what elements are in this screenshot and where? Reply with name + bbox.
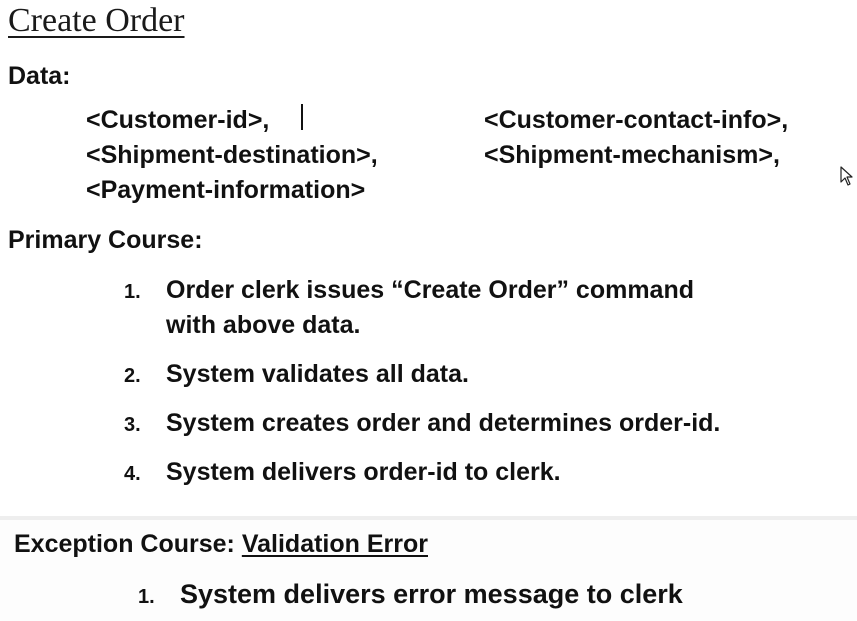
step-number: 2. bbox=[124, 365, 141, 387]
step-text: Order clerk issues “Create Order” comman… bbox=[166, 276, 695, 304]
step-text: System validates all data. bbox=[166, 360, 469, 388]
step-text: System delivers error message to clerk bbox=[180, 579, 683, 609]
primary-course-heading: Primary Course: bbox=[8, 226, 203, 254]
step-text: System creates order and determines orde… bbox=[166, 409, 721, 437]
slide-exception-course: Exception Course: Validation Error 1. Sys… bbox=[0, 520, 857, 621]
field-customer-id: <Customer-id>, bbox=[86, 106, 270, 134]
exception-step-1: 1. System delivers error message to clerk bbox=[138, 576, 683, 615]
data-heading: Data: bbox=[8, 62, 71, 90]
step-text: System delivers order-id to clerk. bbox=[166, 458, 561, 486]
slide-create-order: Create Order Data: <Customer-id>, <Custo… bbox=[0, 0, 857, 516]
field-payment-information: <Payment-information> bbox=[86, 176, 366, 204]
exception-heading-prefix: Exception Course: bbox=[14, 530, 242, 558]
field-customer-contact-info: <Customer-contact-info>, bbox=[484, 106, 789, 134]
page-title: Create Order bbox=[8, 2, 185, 39]
primary-step-1-continuation: with above data. bbox=[166, 311, 361, 339]
primary-step-1: 1. Order clerk issues “Create Order” comm… bbox=[124, 272, 694, 310]
step-number: 4. bbox=[124, 463, 141, 485]
text-cursor-icon bbox=[301, 104, 303, 130]
mouse-pointer-icon bbox=[840, 166, 853, 186]
step-number: 1. bbox=[124, 281, 141, 303]
step-number: 1. bbox=[138, 586, 155, 608]
exception-name: Validation Error bbox=[241, 530, 428, 558]
primary-step-2: 2. System validates all data. bbox=[124, 356, 469, 394]
primary-step-3: 3. System creates order and determines or… bbox=[124, 405, 720, 443]
step-number: 3. bbox=[124, 414, 141, 436]
exception-course-heading: Exception Course: Validation Error bbox=[14, 530, 428, 559]
field-shipment-mechanism: <Shipment-mechanism>, bbox=[484, 141, 780, 169]
primary-step-4: 4. System delivers order-id to clerk. bbox=[124, 454, 561, 492]
field-shipment-destination: <Shipment-destination>, bbox=[86, 141, 378, 169]
